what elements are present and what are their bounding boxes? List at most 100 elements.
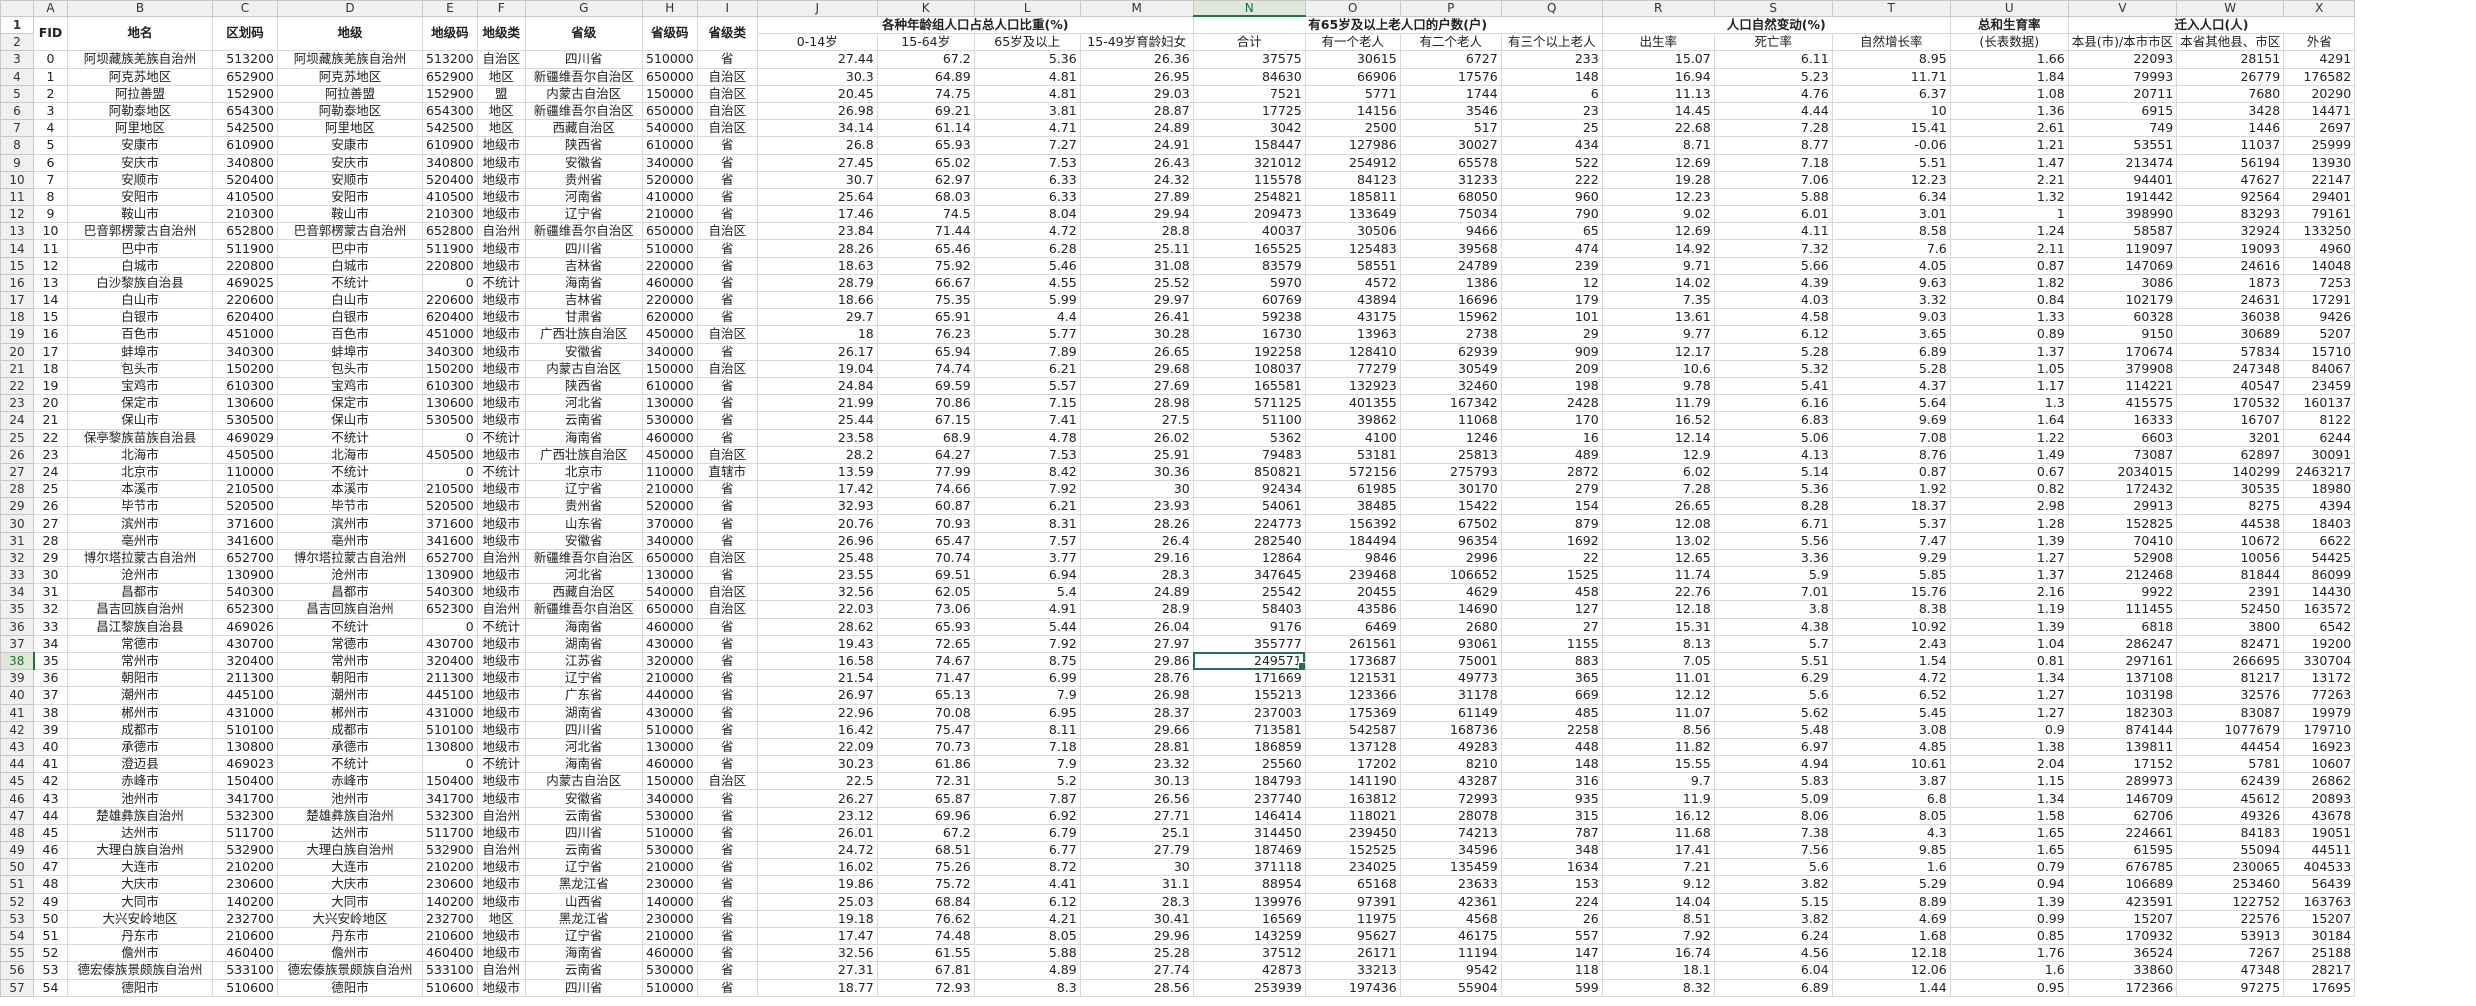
cell[interactable]: 省 (696, 703, 758, 722)
cell[interactable]: 18.63 (756, 256, 878, 275)
cell[interactable]: 海南省 (524, 273, 643, 293)
cell[interactable]: 0.94 (1949, 875, 2069, 894)
column-header-Q[interactable]: Q (1500, 0, 1603, 17)
cell[interactable]: 25.44 (756, 411, 878, 430)
row-header[interactable]: 30 (0, 514, 34, 533)
cell[interactable]: 9922 (2067, 583, 2178, 602)
cell[interactable]: 7.18 (973, 737, 1081, 757)
cell[interactable]: 6 (33, 153, 68, 172)
cell[interactable]: 330704 (2283, 651, 2356, 671)
cell[interactable]: 25999 (2283, 136, 2356, 155)
cell[interactable]: 84067 (2283, 359, 2356, 378)
cell[interactable]: 620400 (422, 308, 478, 327)
cell[interactable]: 20455 (1304, 583, 1401, 602)
cell[interactable]: 54425 (2283, 548, 2356, 568)
cell[interactable]: 自治区 (696, 359, 758, 378)
cell[interactable]: 44 (33, 806, 68, 825)
cell[interactable]: 地级市 (476, 978, 526, 997)
cell[interactable]: 5.45 (1831, 703, 1951, 722)
cell[interactable]: 潮州市 (277, 686, 423, 705)
cell[interactable]: 650000 (641, 67, 698, 86)
cell[interactable]: 20.76 (756, 514, 878, 533)
cell[interactable]: 24616 (2176, 256, 2285, 275)
cell[interactable]: 0.87 (1831, 462, 1951, 482)
cell[interactable]: 170674 (2067, 342, 2178, 361)
cell[interactable]: 610000 (641, 376, 698, 396)
cell[interactable]: 64.27 (876, 445, 975, 464)
cell[interactable]: 25542 (1192, 583, 1306, 602)
cell[interactable]: 区划码 (212, 15, 278, 52)
cell[interactable]: 510000 (641, 720, 698, 739)
cell[interactable]: 毕节市 (67, 497, 213, 516)
cell[interactable]: 211300 (422, 669, 478, 688)
column-header-R[interactable]: R (1601, 0, 1715, 17)
cell[interactable]: 3 (33, 101, 68, 121)
cell[interactable]: 3.81 (973, 101, 1081, 121)
cell[interactable]: 184494 (1304, 531, 1401, 550)
cell[interactable]: 澄迈县 (67, 755, 213, 774)
cell[interactable]: 230000 (641, 875, 698, 894)
cell[interactable]: 379908 (2067, 359, 2178, 378)
cell[interactable]: 16.12 (1601, 806, 1715, 825)
cell[interactable]: 阿里地区 (277, 119, 423, 138)
cell[interactable]: 133250 (2283, 222, 2356, 241)
cell[interactable]: 19.18 (756, 909, 878, 928)
cell[interactable]: 47348 (2176, 961, 2285, 980)
cell[interactable]: 17291 (2283, 290, 2356, 310)
cell[interactable]: 53913 (2176, 926, 2285, 946)
cell[interactable]: 160137 (2283, 394, 2356, 413)
cell[interactable]: 内蒙古自治区 (524, 84, 643, 103)
cell[interactable]: 458 (1500, 583, 1603, 602)
selected-cell[interactable]: 249571 (1192, 651, 1306, 671)
cell[interactable]: 65578 (1399, 153, 1502, 172)
cell[interactable]: 92564 (2176, 187, 2285, 207)
cell[interactable]: 165525 (1192, 239, 1306, 258)
cell[interactable]: 德阳市 (277, 978, 423, 997)
cell[interactable]: 451000 (212, 325, 278, 344)
cell[interactable]: 94401 (2067, 170, 2178, 189)
cell[interactable]: 不统计 (277, 617, 423, 636)
cell[interactable]: 人口自然变动(%) (1601, 15, 1951, 35)
cell[interactable]: 460000 (641, 617, 698, 636)
cell[interactable]: 18 (33, 359, 68, 378)
cell[interactable]: 29.94 (1079, 205, 1194, 224)
cell[interactable]: 19200 (2283, 634, 2356, 653)
cell[interactable]: 22.5 (756, 772, 878, 791)
row-header[interactable]: 28 (0, 480, 34, 499)
column-header-D[interactable]: D (277, 0, 423, 17)
cell[interactable]: 8.51 (1601, 909, 1715, 928)
cell[interactable]: 209473 (1192, 205, 1306, 224)
cell[interactable]: 4.72 (973, 222, 1081, 241)
cell[interactable]: 地区 (476, 101, 526, 121)
row-header[interactable]: 18 (0, 308, 34, 327)
cell[interactable]: 自治州 (476, 840, 526, 860)
cell[interactable]: 0 (422, 462, 478, 482)
cell[interactable]: 德宏傣族景颇族自治州 (277, 961, 423, 980)
cell[interactable]: 510100 (422, 720, 478, 739)
row-header[interactable]: 46 (0, 789, 34, 808)
cell[interactable]: 朝阳市 (277, 669, 423, 688)
cell[interactable]: 52 (33, 944, 68, 963)
cell[interactable]: 532900 (422, 840, 478, 860)
cell[interactable]: 1386 (1399, 273, 1502, 293)
cell[interactable]: 52450 (2176, 600, 2285, 619)
cell[interactable]: 146709 (2067, 789, 2178, 808)
cell[interactable]: 吉林省 (524, 256, 643, 275)
cell[interactable]: 97391 (1304, 892, 1401, 911)
cell[interactable]: 16569 (1192, 909, 1306, 928)
cell[interactable]: 30615 (1304, 50, 1401, 69)
cell[interactable]: 286247 (2067, 634, 2178, 653)
cell[interactable]: 69.51 (876, 565, 975, 585)
cell[interactable]: 北京市 (524, 462, 643, 482)
cell[interactable]: 45 (33, 823, 68, 843)
cell[interactable]: 7.18 (1713, 153, 1833, 172)
cell[interactable]: 28.37 (1079, 703, 1194, 722)
cell[interactable]: 485 (1500, 703, 1603, 722)
cell[interactable]: 1.19 (1949, 600, 2069, 619)
cell[interactable]: 532900 (212, 840, 278, 860)
cell[interactable]: 26.04 (1079, 617, 1194, 636)
cell[interactable]: 百色市 (67, 325, 213, 344)
cell[interactable]: 51 (33, 926, 68, 946)
cell[interactable]: -0.06 (1831, 136, 1951, 155)
cell[interactable]: 不统计 (476, 462, 526, 482)
